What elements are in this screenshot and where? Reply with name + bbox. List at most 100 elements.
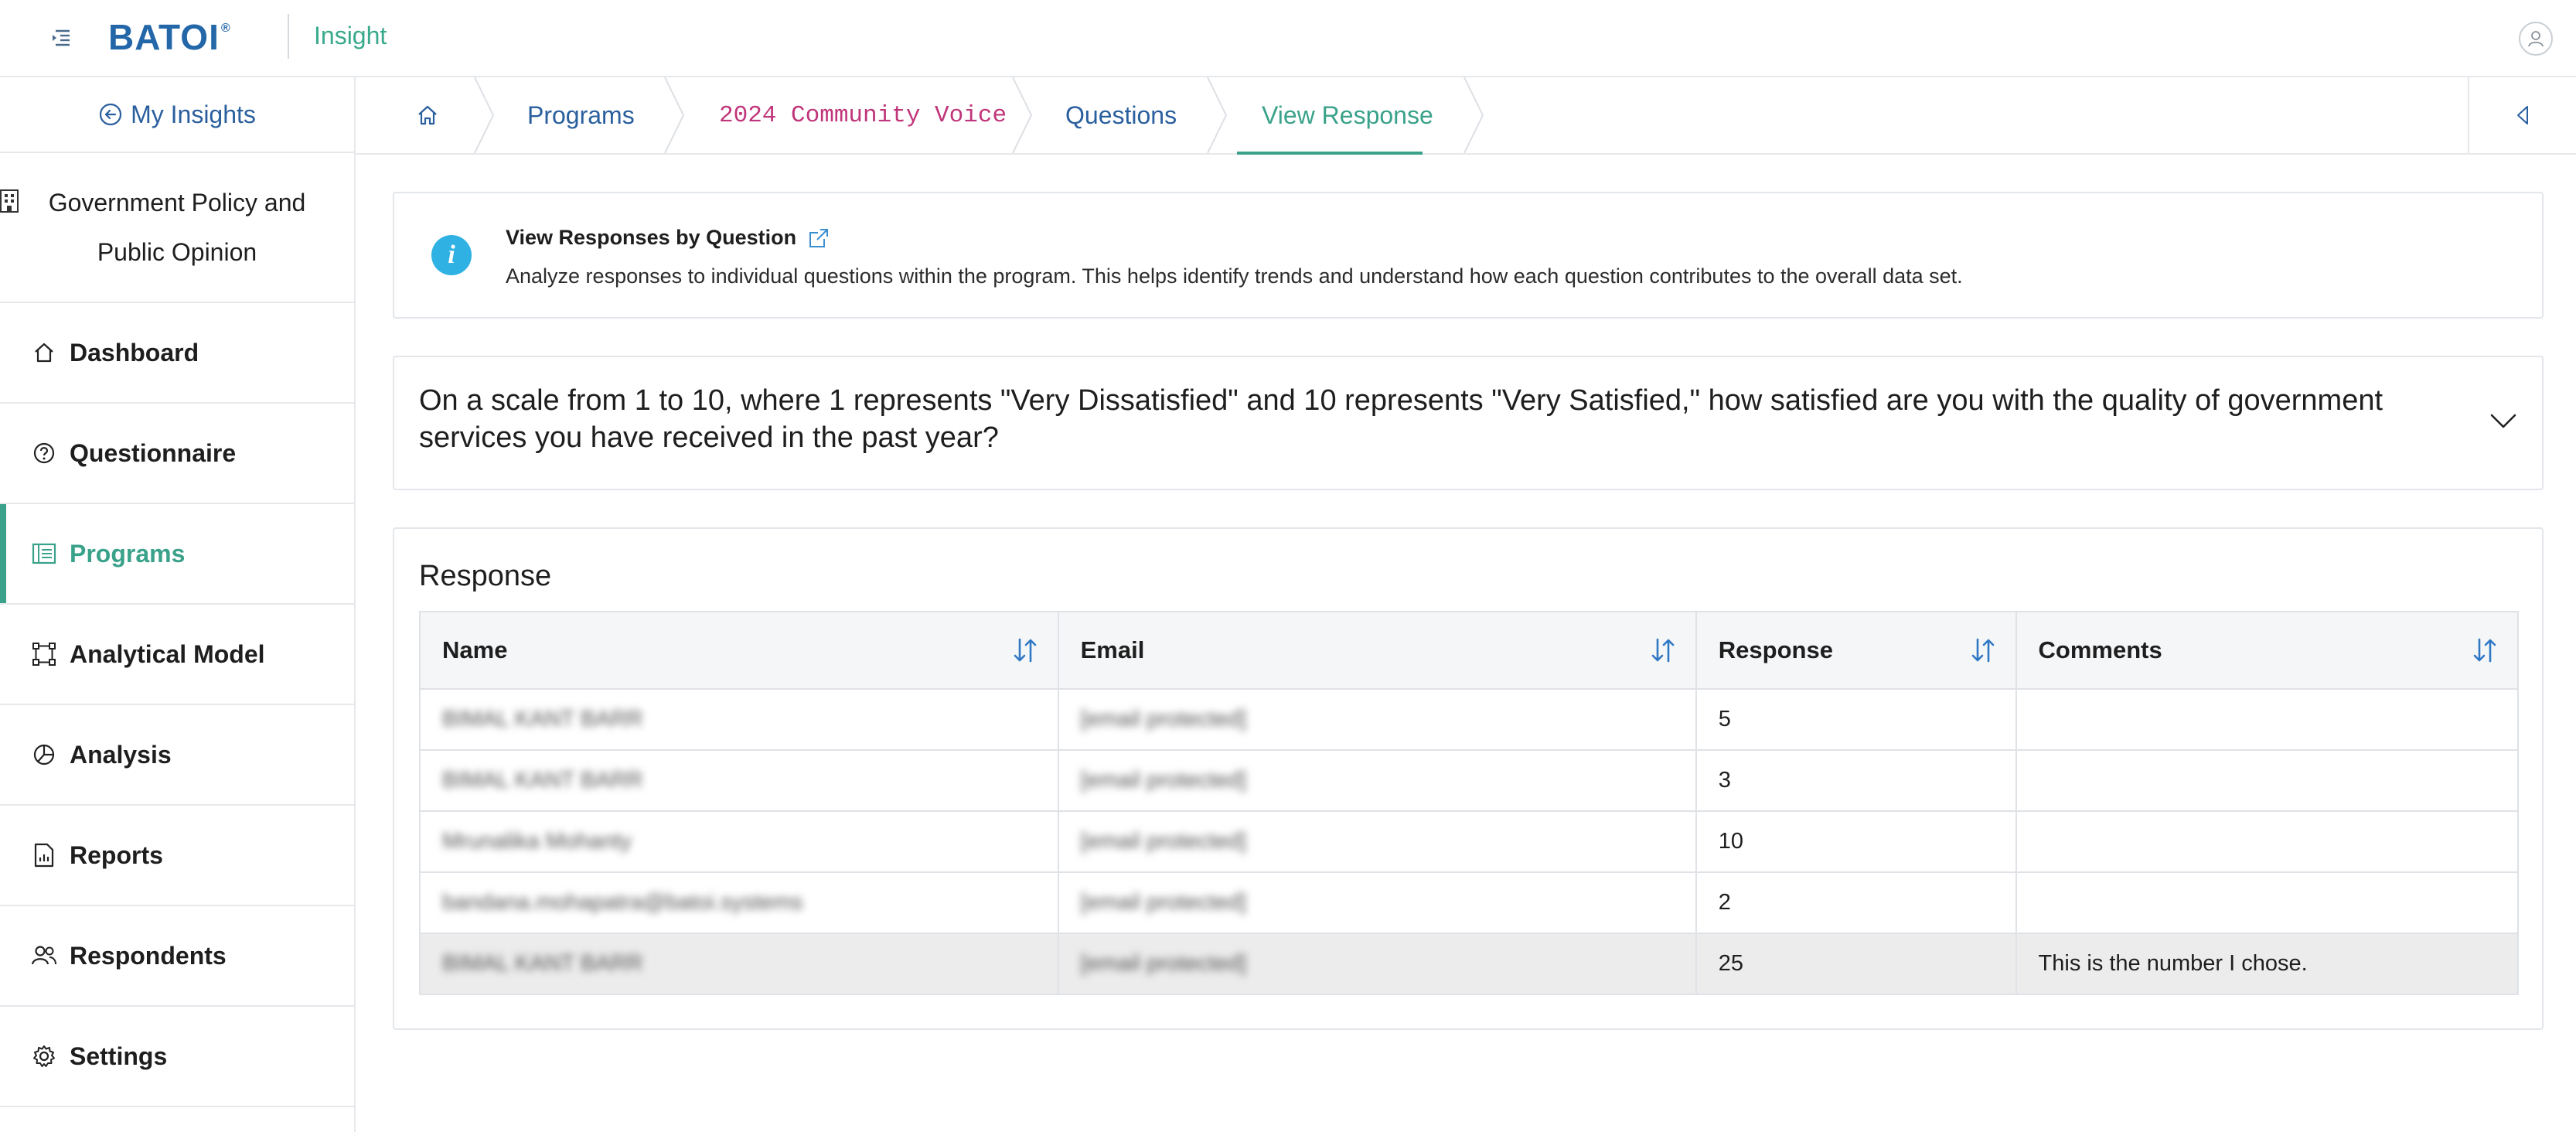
table-row[interactable]: BIMAL KANT BARR [email protected] 25 Thi…: [419, 933, 2520, 995]
my-insights-link[interactable]: My Insights: [0, 77, 354, 153]
respondent-name: BIMAL KANT BARR: [442, 951, 643, 976]
building-icon: [0, 189, 19, 213]
active-tab-indicator: [1237, 152, 1423, 155]
model-icon: [31, 641, 57, 667]
sidebar-item-label: Settings: [70, 1042, 168, 1070]
info-title: View Responses by Question: [506, 226, 830, 250]
my-insights-label: My Insights: [131, 100, 256, 128]
respondent-name: bandana.mohapatra@batoi.systems: [442, 890, 803, 915]
sidebar: My Insights Government Policy and Public…: [0, 77, 356, 1132]
chevron-down-icon[interactable]: [2489, 413, 2517, 430]
cell-name: BIMAL KANT BARR: [419, 749, 1059, 812]
users-icon: [31, 943, 57, 969]
cell-comments: [2015, 810, 2520, 873]
info-icon: i: [431, 235, 472, 275]
table-row[interactable]: BIMAL KANT BARR [email protected] 5: [419, 688, 2520, 751]
sidebar-item-label: Dashboard: [70, 338, 199, 367]
cell-email: [email protected]: [1057, 933, 1697, 995]
logo-text: BATOI: [108, 17, 220, 57]
table-header-row: Name Email Response Comments: [419, 611, 2520, 690]
breadcrumb-view-response[interactable]: View Response: [1262, 77, 1433, 153]
logo-registered-mark: ®: [220, 22, 231, 35]
sidebar-item-programs[interactable]: Programs: [0, 504, 354, 605]
cell-name: bandana.mohapatra@batoi.systems: [419, 871, 1059, 934]
response-table: Name Email Response Comments BIMAL KANT …: [419, 611, 2520, 995]
table-row[interactable]: Mrunalika Mohanty [email protected] 10: [419, 810, 2520, 873]
cell-response: 5: [1695, 688, 2017, 751]
sidebar-item-dashboard[interactable]: Dashboard: [0, 303, 354, 404]
cell-email: [email protected]: [1057, 749, 1697, 812]
breadcrumb-separator: [474, 77, 495, 153]
respondent-name: BIMAL KANT BARR: [442, 768, 643, 793]
home-icon: [418, 105, 437, 125]
collapse-panel-button[interactable]: [2468, 77, 2576, 153]
cell-response: 10: [1695, 810, 2017, 873]
column-header-label: Comments: [2038, 636, 2162, 663]
sidebar-item-label: Programs: [70, 539, 186, 568]
column-header-label: Response: [1718, 636, 1833, 663]
sidebar-item-respondents[interactable]: Respondents: [0, 906, 354, 1007]
breadcrumb-separator: [1207, 77, 1228, 153]
sidebar-item-label: Respondents: [70, 941, 227, 970]
column-header-email[interactable]: Email: [1057, 611, 1697, 690]
top-bar: BATOI ® Insight: [0, 0, 2576, 77]
respondent-name: Mrunalika Mohanty: [442, 829, 632, 854]
sort-icon[interactable]: [1971, 637, 1995, 663]
user-icon[interactable]: [2519, 22, 2553, 56]
cell-name: BIMAL KANT BARR: [419, 933, 1059, 995]
sidebar-item-reports[interactable]: Reports: [0, 806, 354, 906]
question-text: On a scale from 1 to 10, where 1 represe…: [419, 384, 2383, 454]
cell-response: 3: [1695, 749, 2017, 812]
question-accordion[interactable]: On a scale from 1 to 10, where 1 represe…: [393, 356, 2544, 490]
info-title-text: View Responses by Question: [506, 226, 797, 249]
caret-left-icon: [2517, 106, 2528, 124]
info-panel: i View Responses by Question Analyze res…: [393, 192, 2544, 319]
batoi-logo[interactable]: BATOI ®: [108, 17, 231, 57]
respondent-email: [email protected]: [1080, 829, 1246, 854]
sidebar-item-label: Questionnaire: [70, 438, 237, 467]
respondent-email: [email protected]: [1080, 890, 1246, 915]
column-header-name[interactable]: Name: [419, 611, 1059, 690]
response-panel: Response Name Email Response Comments BI…: [393, 527, 2544, 1030]
cell-comments: [2015, 688, 2520, 751]
cell-comments: [2015, 871, 2520, 934]
sort-icon[interactable]: [1013, 637, 1038, 663]
column-header-comments[interactable]: Comments: [2015, 611, 2520, 690]
sort-icon[interactable]: [1651, 637, 1675, 663]
column-header-response[interactable]: Response: [1695, 611, 2017, 690]
sidebar-item-settings[interactable]: Settings: [0, 1007, 354, 1107]
table-row[interactable]: bandana.mohapatra@batoi.systems [email p…: [419, 871, 2520, 934]
breadcrumb-home[interactable]: [416, 77, 439, 153]
breadcrumb-separator: [1463, 77, 1484, 153]
breadcrumb: Programs 2024 Community Voice Questions …: [356, 77, 2576, 155]
cell-email: [email protected]: [1057, 688, 1697, 751]
column-header-label: Name: [442, 636, 508, 663]
cell-email: [email protected]: [1057, 810, 1697, 873]
cell-comments: This is the number I chose.: [2015, 933, 2520, 995]
response-title: Response: [419, 560, 552, 592]
cell-name: Mrunalika Mohanty: [419, 810, 1059, 873]
menu-collapse-icon[interactable]: [48, 25, 74, 51]
report-icon: [31, 842, 57, 868]
question-circle-icon: [31, 440, 57, 466]
respondent-name: BIMAL KANT BARR: [442, 707, 643, 731]
external-link-icon[interactable]: [807, 227, 830, 250]
table-row[interactable]: BIMAL KANT BARR [email protected] 3: [419, 749, 2520, 812]
cell-comments: [2015, 749, 2520, 812]
home-icon: [31, 339, 57, 366]
column-header-label: Email: [1080, 636, 1145, 663]
sidebar-item-label: Reports: [70, 840, 163, 869]
breadcrumb-questions[interactable]: Questions: [1065, 77, 1177, 153]
breadcrumb-programs[interactable]: Programs: [527, 77, 635, 153]
pie-chart-icon: [31, 742, 57, 768]
sidebar-item-analytical-model[interactable]: Analytical Model: [0, 605, 354, 705]
organization-name: Government Policy and Public Opinion: [48, 189, 306, 266]
sort-icon[interactable]: [2472, 637, 2497, 663]
gear-icon: [31, 1043, 57, 1069]
sidebar-item-label: Analysis: [70, 740, 172, 769]
info-description: Analyze responses to individual question…: [506, 264, 1963, 288]
sidebar-item-analysis[interactable]: Analysis: [0, 705, 354, 806]
breadcrumb-program-name[interactable]: 2024 Community Voice: [719, 77, 1007, 153]
logo-divider: [288, 14, 289, 59]
sidebar-item-questionnaire[interactable]: Questionnaire: [0, 404, 354, 504]
